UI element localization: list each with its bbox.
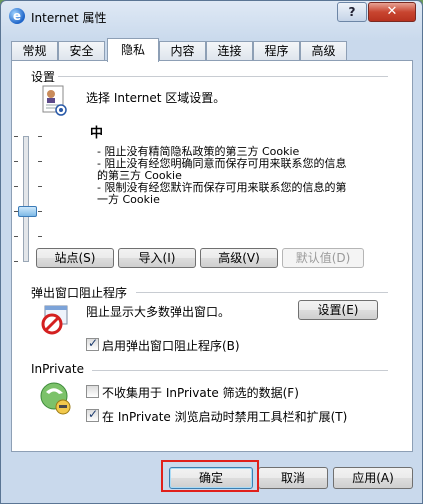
privacy-slider-thumb[interactable] xyxy=(18,206,37,217)
settings-divider xyxy=(58,76,388,77)
enable-popup-blocker-label[interactable]: 启用弹出窗口阻止程序(B) xyxy=(102,337,240,354)
close-button[interactable]: ✕ xyxy=(368,2,416,22)
inprivate-group-label: InPrivate xyxy=(31,362,84,376)
privacy-panel: 设置 选择 Internet 区域设置。 中 - 阻止没有精简隐私政策的第三方 … xyxy=(11,60,413,452)
default-button: 默认值(D) xyxy=(282,248,364,268)
no-collect-checkbox[interactable] xyxy=(86,385,99,398)
window-title: Internet 属性 xyxy=(31,11,107,25)
privacy-description-5: 一方 Cookie xyxy=(97,193,160,206)
slider-tick xyxy=(14,161,18,162)
popup-description: 阻止显示大多数弹出窗口。 xyxy=(86,305,231,319)
zone-prompt: 选择 Internet 区域设置。 xyxy=(86,91,226,105)
slider-tick xyxy=(38,236,42,237)
enable-popup-blocker-checkbox[interactable] xyxy=(86,336,99,351)
settings-group-label: 设置 xyxy=(31,70,56,84)
privacy-page-icon xyxy=(42,85,67,116)
slider-tick xyxy=(38,186,42,187)
no-collect-label[interactable]: 不收集用于 InPrivate 筛选的数据(F) xyxy=(102,384,299,401)
tab-privacy[interactable]: 隐私 xyxy=(107,38,159,62)
slider-tick xyxy=(14,261,18,262)
slider-tick xyxy=(14,186,18,187)
title-bar[interactable]: e Internet 属性 ? ✕ xyxy=(1,1,422,31)
tab-connections[interactable]: 连接 xyxy=(206,41,253,61)
slider-tick xyxy=(38,211,42,212)
disable-toolbars-label[interactable]: 在 InPrivate 浏览启动时禁用工具栏和扩展(T) xyxy=(102,408,347,425)
internet-options-dialog: e Internet 属性 ? ✕ 常规 安全 隐私 内容 连接 程序 高级 设… xyxy=(0,0,423,504)
tab-advanced[interactable]: 高级 xyxy=(300,41,347,61)
apply-button[interactable]: 应用(A) xyxy=(333,467,413,489)
popup-group-label: 弹出窗口阻止程序 xyxy=(31,286,128,300)
tab-programs[interactable]: 程序 xyxy=(253,41,300,61)
tab-strip: 常规 安全 隐私 内容 连接 程序 高级 xyxy=(11,38,411,62)
advanced-button[interactable]: 高级(V) xyxy=(200,248,278,268)
inprivate-divider xyxy=(92,370,388,371)
disable-toolbars-checkbox[interactable] xyxy=(86,407,99,422)
tab-general[interactable]: 常规 xyxy=(11,41,58,61)
privacy-level-name: 中 xyxy=(90,126,104,141)
slider-tick xyxy=(38,161,42,162)
cancel-button[interactable]: 取消 xyxy=(258,467,328,489)
sites-button[interactable]: 站点(S) xyxy=(36,248,114,268)
inprivate-icon xyxy=(40,382,71,415)
help-button[interactable]: ? xyxy=(337,2,367,22)
slider-tick xyxy=(14,136,18,137)
slider-tick xyxy=(38,136,42,137)
ok-highlight-box xyxy=(161,460,259,492)
tab-content[interactable]: 内容 xyxy=(159,41,206,61)
popup-settings-button[interactable]: 设置(E) xyxy=(298,300,378,320)
popup-divider xyxy=(136,292,388,293)
slider-tick xyxy=(14,236,18,237)
internet-explorer-icon: e xyxy=(9,8,25,24)
tab-security[interactable]: 安全 xyxy=(58,41,105,61)
privacy-slider-ticks xyxy=(12,136,42,262)
popup-blocker-icon xyxy=(41,305,68,335)
import-button[interactable]: 导入(I) xyxy=(118,248,196,268)
